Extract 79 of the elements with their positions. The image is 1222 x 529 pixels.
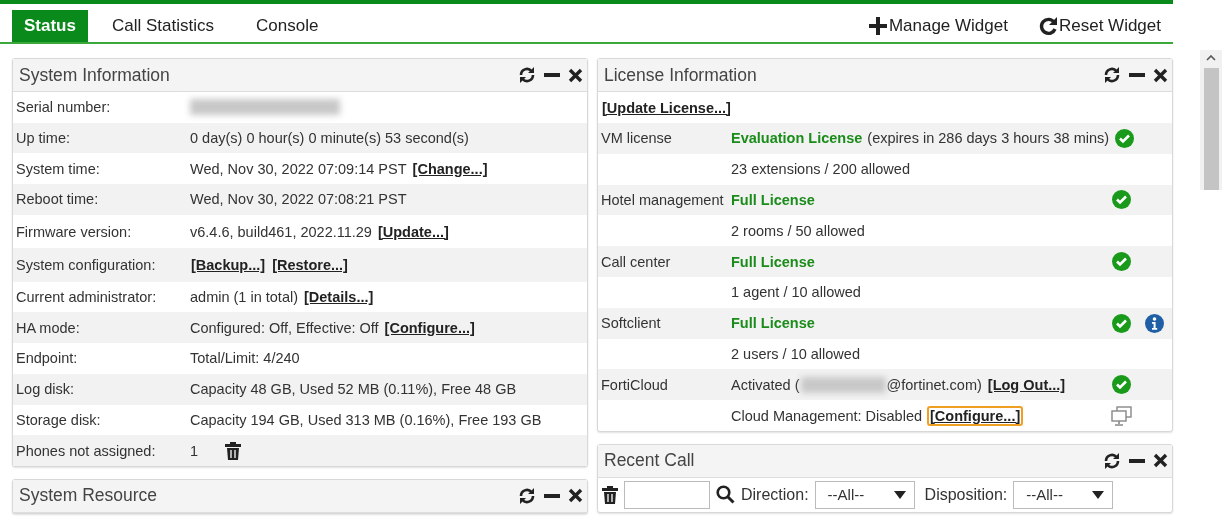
value-text: Activated ( [731, 376, 800, 393]
field-label: System configuration: [16, 257, 157, 273]
license-status-text: Full License [731, 253, 815, 270]
close-icon[interactable] [568, 67, 583, 83]
link[interactable]: [Update...] [376, 222, 450, 241]
field-label: Call center [601, 253, 672, 270]
value-text: Wed, Nov 30, 2022 07:08:21 PST [190, 191, 407, 208]
field-label: Up time: [16, 130, 71, 147]
value-text: 0 day(s) 0 hour(s) 0 minute(s) 53 second(s) [190, 130, 469, 147]
tab[interactable]: Status [12, 10, 88, 42]
value-text: @fortinet.com) [886, 376, 982, 393]
value-text: admin (1 in total) [190, 289, 298, 306]
trash-icon[interactable] [602, 485, 618, 504]
reset-widget-button[interactable]: Reset Widget [1037, 10, 1173, 42]
field-label: HA mode: [16, 319, 81, 336]
refresh-icon[interactable] [1103, 66, 1121, 84]
trash-icon[interactable] [225, 441, 242, 460]
field-label: Hotel management [601, 192, 725, 208]
search-icon[interactable] [716, 485, 735, 505]
value-text: 2 users / 10 allowed [731, 345, 860, 362]
update-license-link[interactable]: [Update License...] [601, 98, 732, 117]
field-label: Log disk: [16, 381, 76, 398]
value-text: 1 agent / 10 allowed [731, 284, 861, 301]
link[interactable]: [Backup...] [190, 256, 267, 274]
field-label: System time: [16, 160, 101, 177]
link[interactable]: [Details...] [303, 288, 375, 307]
link[interactable]: [Configure...] [927, 405, 1024, 426]
field-label: VM license [601, 130, 673, 147]
link[interactable]: [Log Out...] [986, 375, 1067, 394]
link[interactable]: [Change...] [411, 159, 489, 178]
value-text: Total/Limit: 4/240 [190, 350, 300, 367]
field-label: Reboot time: [16, 191, 100, 208]
close-icon[interactable] [1153, 67, 1168, 83]
license-status-text: Full License [731, 192, 815, 208]
search-field[interactable] [624, 480, 710, 509]
field-label: Storage disk: [16, 411, 102, 428]
value-text: Configured: Off, Effective: Off [190, 319, 379, 336]
license-status-text: Full License [731, 315, 815, 332]
field-label: FortiCloud [601, 376, 669, 393]
plus-icon [867, 16, 888, 36]
reset-icon [1037, 16, 1058, 36]
field-label: Firmware version: [16, 223, 133, 240]
link[interactable]: [Restore...] [271, 256, 349, 274]
field-label: Current administrator: [16, 289, 158, 306]
value-text: 1 [190, 442, 199, 459]
refresh-icon[interactable] [518, 66, 536, 84]
value-text: 2 rooms / 50 allowed [731, 222, 865, 239]
field-label: Softclient [601, 315, 662, 332]
manage-widget-button[interactable]: Manage Widget [867, 10, 1020, 42]
field-label: Phones not assigned: [16, 442, 157, 459]
field-label: Serial number: [16, 99, 112, 116]
dropdown[interactable]: --All-- [814, 480, 915, 509]
value-text: 23 extensions / 200 allowed [731, 161, 910, 178]
tab[interactable]: Call Statistics [93, 10, 232, 42]
filter-label: Direction: [741, 485, 809, 504]
panel-title: Recent Call [604, 450, 696, 472]
dropdown[interactable]: --All-- [1013, 480, 1114, 509]
field-label: Endpoint: [16, 350, 79, 367]
link[interactable]: [Configure...] [383, 318, 476, 337]
tab[interactable]: Console [238, 10, 337, 42]
info-icon[interactable] [1144, 313, 1164, 333]
value-text: Capacity 194 GB, Used 313 MB (0.16%), Free 193 GB [190, 411, 542, 428]
scrollbar-thumb[interactable] [1203, 68, 1219, 190]
value-text: Wed, Nov 30, 2022 07:09:14 PST [190, 160, 407, 177]
close-icon[interactable] [1153, 453, 1168, 469]
value-text: Cloud Management: Disabled [731, 407, 923, 424]
panel-title: License Information [604, 64, 758, 86]
close-icon[interactable] [568, 488, 583, 504]
panel-title: System Information [19, 64, 171, 86]
filter-label: Disposition: [924, 485, 1008, 504]
value-text: v6.4.6, build461, 2022.11.29 [190, 223, 372, 240]
refresh-icon[interactable] [1103, 451, 1121, 470]
license-status-text: Evaluation License [731, 130, 863, 147]
caret-icon [1092, 490, 1105, 499]
panel-title: System Resource [19, 485, 159, 507]
value-text: (expires in 286 days 3 hours 38 mins) [867, 130, 1110, 147]
refresh-icon[interactable] [518, 486, 536, 505]
caret-icon [893, 490, 906, 499]
value-text: Capacity 48 GB, Used 52 MB (0.11%), Free 48 GB [190, 381, 517, 398]
